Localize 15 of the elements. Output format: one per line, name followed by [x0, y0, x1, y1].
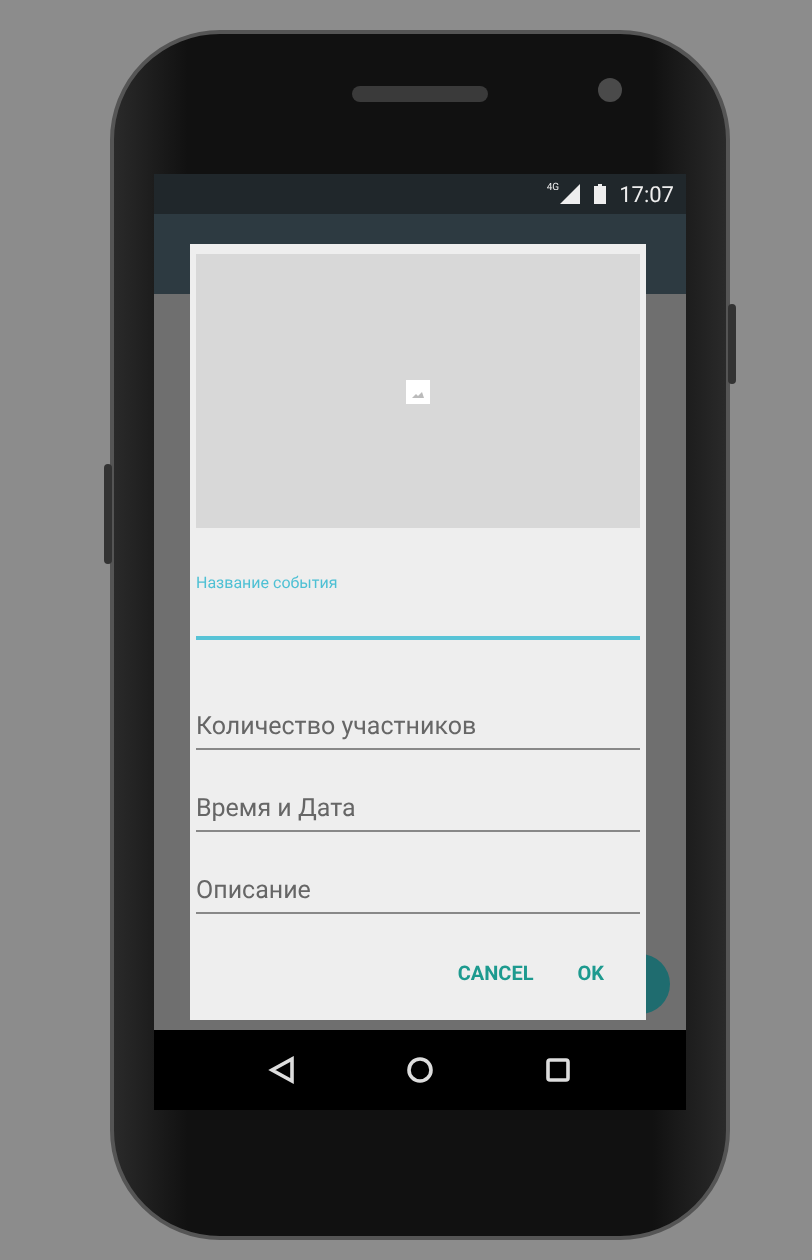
image-icon	[406, 379, 430, 403]
recents-icon[interactable]	[543, 1056, 572, 1084]
input-field[interactable]: Время и Дата	[196, 792, 640, 832]
input-field[interactable]: Количество участников	[196, 710, 640, 750]
battery-icon	[593, 184, 606, 204]
status-time: 17:07	[619, 181, 674, 207]
home-icon[interactable]	[405, 1056, 434, 1084]
signal-icon	[559, 184, 580, 204]
floating-label: Название события	[196, 574, 340, 592]
dialog-button[interactable]: OK	[569, 956, 612, 994]
dialog-button[interactable]: CANCEL	[449, 956, 542, 994]
speaker-grille	[352, 86, 488, 102]
back-icon[interactable]	[268, 1056, 297, 1084]
camera-lens	[598, 78, 622, 102]
input-field[interactable]: Описание	[196, 874, 640, 914]
